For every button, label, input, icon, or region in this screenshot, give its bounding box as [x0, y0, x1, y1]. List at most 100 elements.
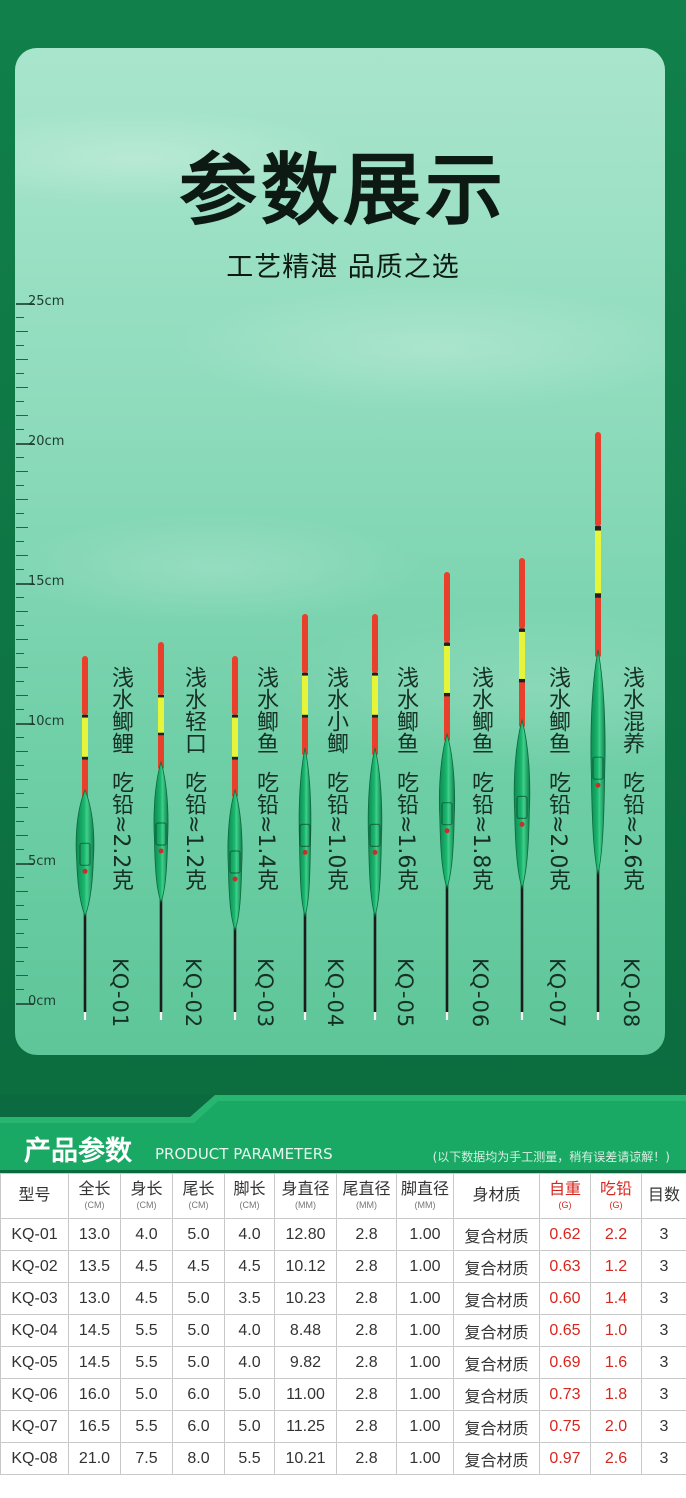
float-logo-dot-2 [158, 848, 164, 854]
float-tail-segment-8 [595, 593, 601, 599]
table-cell: KQ-04 [0, 1314, 69, 1347]
column-header: 身长 (CM) [120, 1173, 173, 1219]
float-name-3: 浅水鲫鱼 [253, 666, 278, 754]
table-cell: 0.63 [539, 1250, 591, 1283]
float-tail-segment-7 [519, 628, 525, 633]
float-name-7: 浅水鲫鱼 [545, 666, 570, 754]
table-cell: 4.5 [120, 1282, 173, 1315]
table-cell: 0.69 [539, 1346, 591, 1379]
float-lead-2: 吃铅≈1.2克 [181, 771, 206, 891]
column-header-label: 脚长 [233, 1180, 266, 1198]
column-header-unit: (MM) [356, 1199, 377, 1210]
table-cell: 0.73 [539, 1378, 591, 1411]
table-row: KQ-03 13.0 4.5 5.0 3.5 10.23 2.8 1.00 复合材质 0.60 1.… [0, 1282, 686, 1315]
table-cell: 3 [641, 1346, 686, 1379]
float-tail-segment-6 [444, 645, 450, 694]
table-cell: 13.0 [68, 1282, 121, 1315]
table-cell: 10.12 [274, 1250, 337, 1283]
table-cell: 6.0 [172, 1378, 225, 1411]
float-tail-segment-1 [82, 717, 88, 758]
column-header-label: 全长 [78, 1180, 111, 1198]
table-cell: 21.0 [68, 1442, 121, 1475]
column-header-unit: (MM) [414, 1199, 436, 1210]
table-cell: 16.5 [68, 1410, 121, 1443]
column-header: 脚直径 (MM) [396, 1173, 454, 1219]
float-lead-6: 吃铅≈1.8克 [468, 771, 493, 891]
column-header: 全长 (CM) [68, 1173, 121, 1219]
table-row: KQ-05 14.5 5.5 5.0 4.0 9.82 2.8 1.00 复合材质 0.69 1.6… [0, 1346, 686, 1379]
float-tail-segment-3 [232, 717, 238, 758]
params-title-en: PRODUCT PARAMETERS [155, 1145, 333, 1163]
float-name-6: 浅水鲫鱼 [468, 666, 493, 754]
float-name-4: 浅水小鲫 [323, 666, 348, 754]
table-cell: 复合材质 [453, 1314, 540, 1347]
float-logo-dot-1 [82, 868, 88, 874]
column-header: 身直径 (MM) [274, 1173, 337, 1219]
params-table: 型号 全长 (CM) 身长 (CM) 尾长 (CM) 脚长 (CM) 身直径 (MM) 尾直径 (MM)… [0, 1173, 686, 1475]
float-tail-segment-7 [519, 631, 525, 680]
float-lead-1: 吃铅≈2.2克 [108, 771, 133, 891]
table-cell: 8.48 [274, 1314, 337, 1347]
float-model-3: KQ-03 [253, 958, 277, 1029]
float-tail-segment-4 [302, 675, 308, 716]
float-body-1 [75, 788, 95, 918]
table-cell: 5.5 [120, 1410, 173, 1443]
table-body: KQ-01 13.0 4.0 5.0 4.0 12.80 2.8 1.00 复合材质 0.62 2.… [0, 1218, 686, 1475]
table-cell: KQ-06 [0, 1378, 69, 1411]
float-tail-segment-1 [82, 656, 88, 716]
float-tail-segment-8 [595, 526, 601, 532]
column-header-label: 尾长 [182, 1180, 215, 1198]
table-cell: 3 [641, 1410, 686, 1443]
float-model-5: KQ-05 [393, 958, 417, 1029]
table-cell: 复合材质 [453, 1250, 540, 1283]
table-cell: 5.0 [120, 1378, 173, 1411]
table-cell: 9.82 [274, 1346, 337, 1379]
float-logo-dot-8 [595, 782, 601, 788]
params-note: (以下数据均为手工测量，稍有误差请谅解！) [432, 1150, 670, 1164]
table-cell: 0.75 [539, 1410, 591, 1443]
table-cell: 1.00 [396, 1346, 454, 1379]
float-tail-segment-7 [519, 678, 525, 683]
column-header: 尾长 (CM) [172, 1173, 225, 1219]
table-cell: KQ-08 [0, 1442, 69, 1475]
table-cell: 1.00 [396, 1378, 454, 1411]
table-cell: 1.00 [396, 1442, 454, 1475]
float-model-8: KQ-08 [619, 958, 643, 1029]
table-cell: 11.25 [274, 1410, 337, 1443]
table-cell: 6.0 [172, 1410, 225, 1443]
table-cell: 8.0 [172, 1442, 225, 1475]
table-cell: 3 [641, 1250, 686, 1283]
table-cell: 复合材质 [453, 1218, 540, 1251]
table-cell: 2.8 [336, 1250, 397, 1283]
column-header-unit: (CM) [84, 1199, 105, 1210]
table-cell: 0.97 [539, 1442, 591, 1475]
float-logo-dot-4 [302, 849, 308, 855]
float-tail-segment-8 [595, 432, 601, 527]
float-tail-segment-2 [158, 697, 164, 734]
table-cell: 复合材质 [453, 1378, 540, 1411]
table-cell: 5.0 [172, 1282, 225, 1315]
float-logo-dot-3 [232, 876, 238, 882]
table-row: KQ-07 16.5 5.5 6.0 5.0 11.25 2.8 1.00 复合材质 0.75 2.… [0, 1410, 686, 1443]
column-header-label: 目数 [647, 1187, 680, 1204]
float-tail-segment-8 [595, 530, 601, 594]
table-cell: 10.21 [274, 1442, 337, 1475]
float-model-1: KQ-01 [108, 958, 132, 1029]
table-row: KQ-08 21.0 7.5 8.0 5.5 10.21 2.8 1.00 复合材质 0.97 2.… [0, 1442, 686, 1475]
table-cell: 10.23 [274, 1282, 337, 1315]
column-header-label: 身直径 [281, 1180, 330, 1198]
column-header: 身材质 [453, 1173, 540, 1219]
float-tail-segment-5 [372, 675, 378, 716]
column-header-label: 身材质 [472, 1187, 521, 1204]
column-header-label: 脚直径 [400, 1180, 449, 1198]
table-cell: 0.65 [539, 1314, 591, 1347]
column-header-unit: (CM) [136, 1199, 157, 1210]
column-header-unit: (G) [609, 1199, 623, 1210]
float-tail-segment-6 [444, 692, 450, 697]
table-cell: 5.0 [224, 1410, 275, 1443]
table-cell: 1.8 [590, 1378, 642, 1411]
table-row: KQ-01 13.0 4.0 5.0 4.0 12.80 2.8 1.00 复合材质 0.62 2.… [0, 1218, 686, 1251]
table-cell: 2.8 [336, 1410, 397, 1443]
table-cell: 5.5 [120, 1346, 173, 1379]
float-tail-segment-8 [595, 597, 601, 657]
